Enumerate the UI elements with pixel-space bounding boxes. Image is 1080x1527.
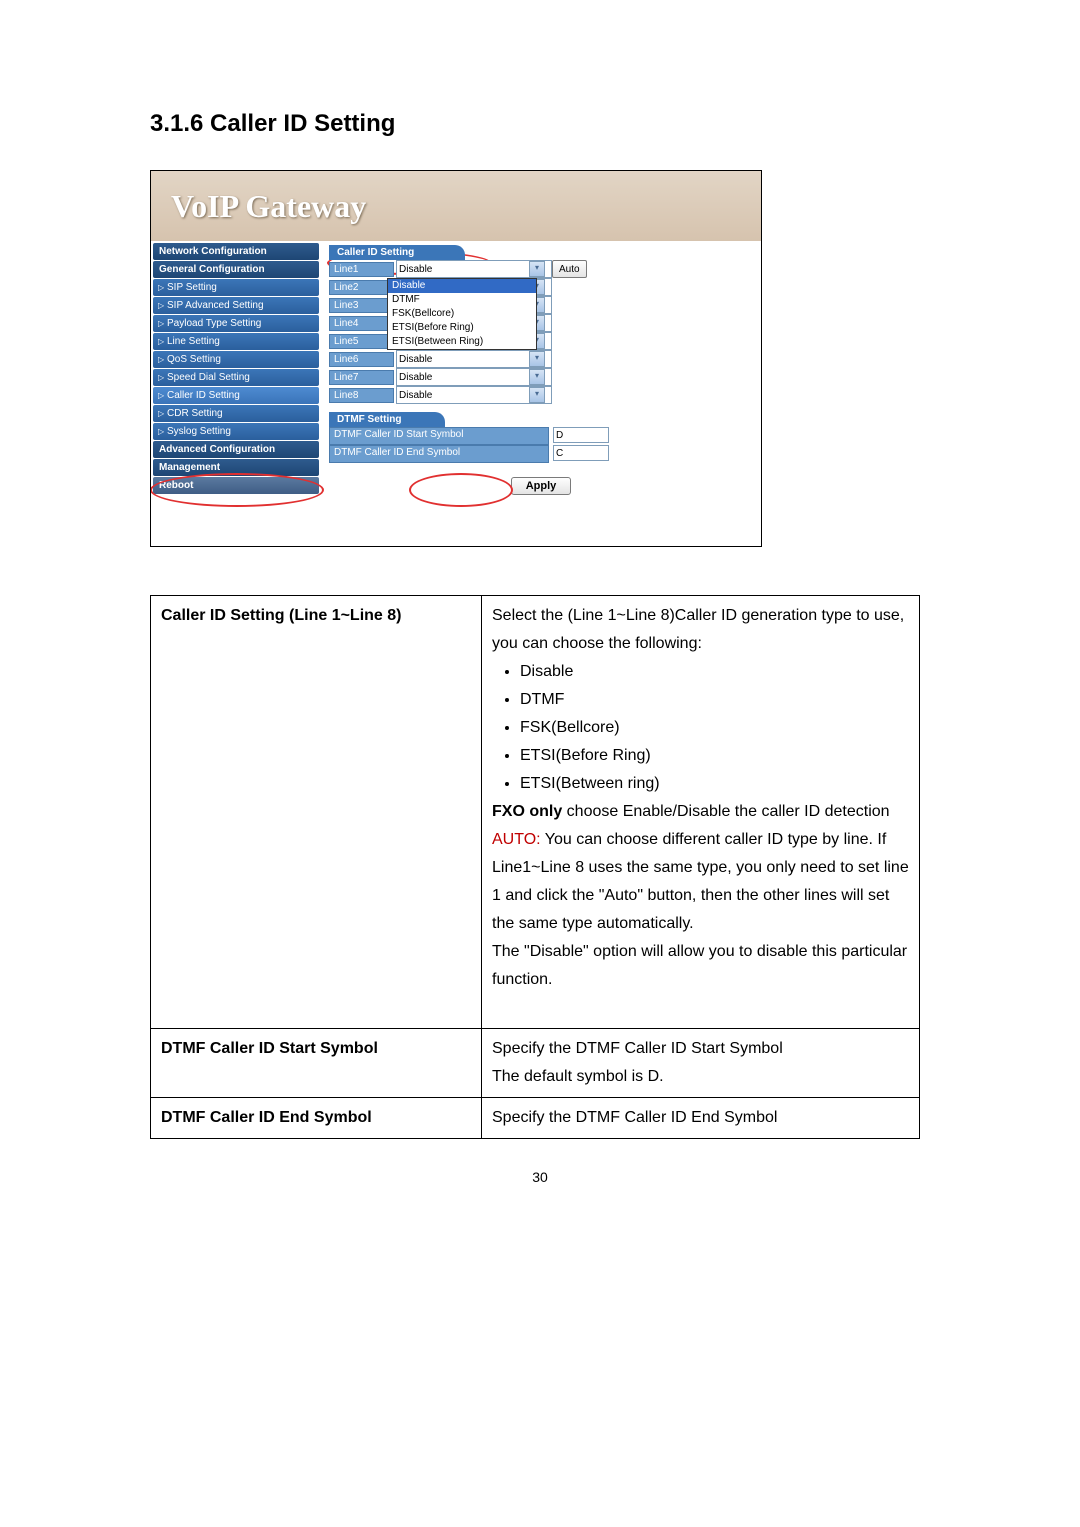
sidebar-head-management[interactable]: Management xyxy=(153,459,319,476)
line1-label: Line1 xyxy=(329,262,394,277)
desc-row1-body: Select the (Line 1~Line 8)Caller ID gene… xyxy=(482,596,920,1029)
list-item: FSK(Bellcore) xyxy=(520,714,909,742)
line-row-6: Line6 ▾ xyxy=(329,350,753,368)
line1-select[interactable] xyxy=(396,260,552,278)
screenshot-box: VoIP Gateway Network Configuration Gener… xyxy=(150,170,762,547)
section-heading: 3.1.6 Caller ID Setting xyxy=(150,110,930,138)
line7-label: Line7 xyxy=(329,370,394,385)
chevron-right-icon: ▷ xyxy=(158,373,164,382)
line-row-8: Line8 ▾ xyxy=(329,386,753,404)
chevron-right-icon: ▷ xyxy=(158,337,164,346)
dtmf-start-input[interactable] xyxy=(553,427,609,443)
desc-row1-p3: AUTO: You can choose different caller ID… xyxy=(492,826,909,938)
line5-label: Line5 xyxy=(329,334,394,349)
dropdown-option-disable[interactable]: Disable xyxy=(388,279,536,293)
chevron-right-icon: ▷ xyxy=(158,283,164,292)
dtmf-panel-title: DTMF Setting xyxy=(329,412,445,427)
sidebar-item-line[interactable]: ▷Line Setting xyxy=(153,333,319,350)
sidebar-item-sip-adv[interactable]: ▷SIP Advanced Setting xyxy=(153,297,319,314)
chevron-right-icon: ▷ xyxy=(158,427,164,436)
sidebar-head-network[interactable]: Network Configuration xyxy=(153,243,319,260)
line-row-1: Line1 ▾ Auto xyxy=(329,260,753,278)
line4-label: Line4 xyxy=(329,316,394,331)
dtmf-panel: DTMF Setting DTMF Caller ID Start Symbol… xyxy=(329,412,753,463)
chevron-right-icon: ▷ xyxy=(158,409,164,418)
sidebar-item-syslog[interactable]: ▷Syslog Setting xyxy=(153,423,319,440)
line2-label: Line2 xyxy=(329,280,394,295)
desc-row3-p1: Specify the DTMF Caller ID End Symbol xyxy=(492,1104,909,1132)
sidebar-reboot[interactable]: Reboot xyxy=(153,477,319,494)
line8-select[interactable] xyxy=(396,386,552,404)
list-item: DTMF xyxy=(520,686,909,714)
line7-select[interactable] xyxy=(396,368,552,386)
dtmf-start-row: DTMF Caller ID Start Symbol xyxy=(329,427,753,445)
list-item: Disable xyxy=(520,658,909,686)
banner: VoIP Gateway xyxy=(151,171,761,241)
chevron-right-icon: ▷ xyxy=(158,391,164,400)
apply-button[interactable]: Apply xyxy=(511,477,572,495)
sidebar-item-speed-dial[interactable]: ▷Speed Dial Setting xyxy=(153,369,319,386)
desc-row3-title: DTMF Caller ID End Symbol xyxy=(151,1098,482,1139)
sidebar-item-caller-id[interactable]: ▷Caller ID Setting xyxy=(153,387,319,404)
line8-label: Line8 xyxy=(329,388,394,403)
sidebar-item-payload[interactable]: ▷Payload Type Setting xyxy=(153,315,319,332)
desc-row3-body: Specify the DTMF Caller ID End Symbol xyxy=(482,1098,920,1139)
desc-row1-title: Caller ID Setting (Line 1~Line 8) xyxy=(151,596,482,1029)
page-number: 30 xyxy=(150,1169,930,1185)
description-table: Caller ID Setting (Line 1~Line 8) Select… xyxy=(150,595,920,1139)
caller-id-panel-title: Caller ID Setting xyxy=(329,245,465,260)
desc-row1-p4: The "Disable" option will allow you to d… xyxy=(492,938,909,994)
desc-row2-p2: The default symbol is D. xyxy=(492,1063,909,1091)
dtmf-end-row: DTMF Caller ID End Symbol xyxy=(329,445,753,463)
desc-row1-p1: Select the (Line 1~Line 8)Caller ID gene… xyxy=(492,602,909,658)
desc-row2-body: Specify the DTMF Caller ID Start Symbol … xyxy=(482,1029,920,1098)
dtmf-start-label: DTMF Caller ID Start Symbol xyxy=(329,427,549,445)
table-row: DTMF Caller ID End Symbol Specify the DT… xyxy=(151,1098,920,1139)
line6-label: Line6 xyxy=(329,352,394,367)
line6-select[interactable] xyxy=(396,350,552,368)
sidebar-item-cdr[interactable]: ▷CDR Setting xyxy=(153,405,319,422)
chevron-right-icon: ▷ xyxy=(158,355,164,364)
table-row: Caller ID Setting (Line 1~Line 8) Select… xyxy=(151,596,920,1029)
dropdown-option-dtmf[interactable]: DTMF xyxy=(388,293,536,307)
chevron-right-icon: ▷ xyxy=(158,319,164,328)
banner-title: VoIP Gateway xyxy=(171,188,366,225)
desc-row2-p1: Specify the DTMF Caller ID Start Symbol xyxy=(492,1035,909,1063)
sidebar-head-general[interactable]: General Configuration xyxy=(153,261,319,278)
chevron-right-icon: ▷ xyxy=(158,301,164,310)
auto-button[interactable]: Auto xyxy=(552,260,587,278)
desc-row1-options: Disable DTMF FSK(Bellcore) ETSI(Before R… xyxy=(492,658,909,798)
sidebar-head-advanced[interactable]: Advanced Configuration xyxy=(153,441,319,458)
list-item: ETSI(Before Ring) xyxy=(520,742,909,770)
dtmf-end-label: DTMF Caller ID End Symbol xyxy=(329,445,549,463)
desc-row1-p2: FXO only choose Enable/Disable the calle… xyxy=(492,798,909,826)
sidebar: Network Configuration General Configurat… xyxy=(151,241,321,546)
main-panel: Caller ID Setting Line1 ▾ Auto Disable xyxy=(321,241,761,546)
list-item: ETSI(Between ring) xyxy=(520,770,909,798)
sidebar-item-qos[interactable]: ▷QoS Setting xyxy=(153,351,319,368)
line-row-7: Line7 ▾ xyxy=(329,368,753,386)
line3-label: Line3 xyxy=(329,298,394,313)
line1-dropdown-open[interactable]: Disable DTMF FSK(Bellcore) ETSI(Before R… xyxy=(387,278,537,350)
desc-row2-title: DTMF Caller ID Start Symbol xyxy=(151,1029,482,1098)
dropdown-option-fsk[interactable]: FSK(Bellcore) xyxy=(388,307,536,321)
dropdown-option-etsi-before[interactable]: ETSI(Before Ring) xyxy=(388,321,536,335)
dtmf-end-input[interactable] xyxy=(553,445,609,461)
dropdown-option-etsi-between[interactable]: ETSI(Between Ring) xyxy=(388,335,536,349)
annotation-circle-apply xyxy=(409,473,513,507)
table-row: DTMF Caller ID Start Symbol Specify the … xyxy=(151,1029,920,1098)
sidebar-item-sip[interactable]: ▷SIP Setting xyxy=(153,279,319,296)
